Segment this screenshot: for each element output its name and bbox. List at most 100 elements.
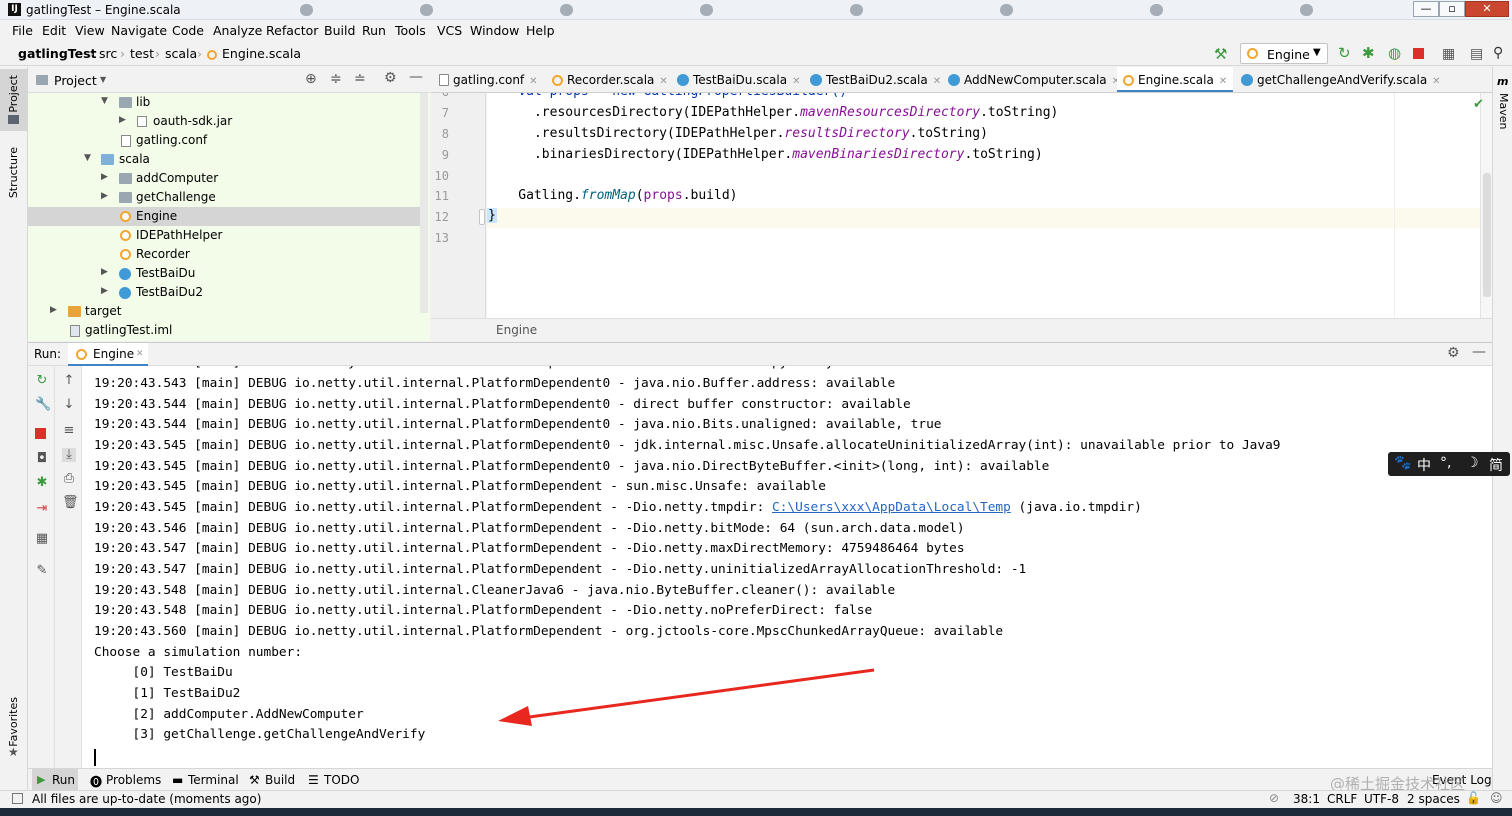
maximize-button[interactable]: ▫ (1439, 1, 1465, 17)
editor-scrollbar[interactable]: ✔ (1473, 93, 1492, 318)
tool-tab-run[interactable]: ▶ Run (32, 769, 78, 790)
tree-item-target[interactable]: ▶ target (28, 302, 420, 321)
hide-panel-icon[interactable]: — (409, 69, 423, 85)
gear-icon[interactable]: ⚙ (1447, 345, 1460, 361)
breadcrumb-project[interactable]: gatlingTest (18, 46, 97, 61)
trash-icon[interactable]: 🗑 (62, 496, 79, 510)
tab-gatling-conf[interactable]: gatling.conf ✕ (439, 67, 551, 92)
collapsed-arrow-icon[interactable]: ▶ (101, 267, 111, 277)
arrow-down-icon[interactable]: ↓ (62, 398, 76, 412)
maven-tool-tab[interactable]: Maven (1497, 93, 1510, 129)
menu-window[interactable]: Window (470, 23, 519, 38)
menu-tools[interactable]: Tools (395, 23, 426, 38)
run-tab-engine[interactable]: Engine ✕ (68, 343, 148, 367)
menu-run[interactable]: Run (362, 23, 386, 38)
menu-view[interactable]: View (75, 23, 105, 38)
exit-icon[interactable]: ⇥ (35, 502, 49, 516)
collapsed-arrow-icon[interactable]: ▶ (50, 305, 60, 315)
breadcrumb-scala[interactable]: scala (165, 46, 197, 61)
ime-moon-icon[interactable]: ☽ (1466, 455, 1479, 471)
tree-item-idepathhelper[interactable]: IDEPathHelper (28, 226, 420, 245)
breadcrumb-src[interactable]: src (99, 46, 117, 61)
tree-item-oauth-jar[interactable]: ▶ oauth-sdk.jar (28, 112, 420, 131)
minimize-button[interactable]: — (1413, 1, 1439, 17)
layout-icon[interactable]: ▤ (1470, 46, 1483, 62)
breadcrumb-file[interactable]: Engine.scala (222, 46, 301, 61)
close-tab-icon[interactable]: ✕ (136, 349, 144, 359)
menu-edit[interactable]: Edit (42, 23, 66, 38)
favorites-tool-tab[interactable]: Favorites ★ (0, 693, 27, 763)
profile-icon[interactable]: ◍ (1388, 44, 1401, 62)
close-tab-icon[interactable]: ✕ (659, 76, 667, 87)
tab-engine[interactable]: Engine.scala ✕ (1117, 67, 1233, 92)
ime-toolbar[interactable]: 🐾 中 °, ☽ 简 (1388, 452, 1510, 476)
search-icon[interactable]: ⚲ (1493, 45, 1503, 61)
tree-scrollbar[interactable] (420, 93, 428, 313)
tmpdir-link[interactable]: C:\Users\xxx\AppData\Local\Temp (772, 500, 1011, 515)
gear-icon[interactable]: ⚙ (384, 70, 397, 86)
collapsed-arrow-icon[interactable]: ▶ (101, 172, 111, 182)
collapsed-arrow-icon[interactable]: ▶ (119, 115, 129, 125)
lock-icon[interactable]: 🔓 (1466, 791, 1481, 805)
hide-panel-icon[interactable]: — (1472, 344, 1486, 360)
editor-scroll-thumb[interactable] (1483, 173, 1491, 297)
collapse-all-icon[interactable]: ≐ (354, 71, 366, 87)
close-tab-icon[interactable]: ✕ (1432, 76, 1440, 87)
line-separator[interactable]: CRLF (1327, 792, 1357, 806)
debug-bug-icon[interactable]: ✱ (1362, 44, 1375, 62)
structure-tool-tab[interactable]: Structure (0, 143, 27, 207)
debug-bug-icon[interactable]: ✱ (35, 476, 49, 490)
project-tool-tab[interactable]: Project (0, 69, 27, 131)
console-output[interactable]: 19:20:43.5?? [main] DEBUG io.netty.util.… (82, 366, 1492, 768)
menu-navigate[interactable]: Navigate (111, 23, 167, 38)
project-view-select[interactable]: Project (54, 73, 97, 88)
menu-refactor[interactable]: Refactor (266, 23, 318, 38)
ime-simplified-toggle[interactable]: 简 (1489, 455, 1503, 475)
tree-item-recorder[interactable]: Recorder (28, 245, 420, 264)
project-structure-icon[interactable]: ▦ (1442, 46, 1455, 62)
expanded-arrow-icon[interactable]: ▼ (101, 96, 111, 106)
tab-addnewcomputer[interactable]: AddNewComputer.scala ✕ (948, 67, 1120, 92)
camera-icon[interactable]: ◘ (35, 452, 49, 466)
menu-analyze[interactable]: Analyze (213, 23, 262, 38)
status-toggle-icon[interactable] (12, 793, 23, 804)
build-hammer-icon[interactable]: ⚒ (1214, 45, 1227, 63)
stop-icon[interactable] (1413, 48, 1424, 59)
print-icon[interactable]: ⎙ (62, 472, 76, 486)
soft-wrap-icon[interactable]: ≡ (62, 424, 76, 438)
tab-testbaidu[interactable]: TestBaiDu.scala ✕ (677, 67, 805, 92)
editor-breadcrumb[interactable]: Engine (496, 323, 537, 337)
tree-item-engine[interactable]: Engine (28, 207, 420, 226)
stop-icon[interactable] (35, 428, 46, 439)
expand-all-icon[interactable]: ≑ (330, 71, 342, 87)
menu-build[interactable]: Build (324, 23, 355, 38)
tree-item-testbaidu2[interactable]: ▶ TestBaiDu2 (28, 283, 420, 302)
close-tab-icon[interactable]: ✕ (792, 76, 800, 87)
indent-setting[interactable]: 2 spaces (1407, 792, 1460, 806)
collapsed-arrow-icon[interactable]: ▶ (101, 191, 111, 201)
menu-file[interactable]: File (12, 23, 33, 38)
rerun-icon[interactable]: ↻ (35, 374, 49, 388)
menu-code[interactable]: Code (172, 23, 204, 38)
close-tab-icon[interactable]: ✕ (1219, 76, 1227, 87)
layout-icon[interactable]: ▦ (35, 532, 49, 546)
tree-item-gatling-conf[interactable]: gatling.conf (28, 131, 420, 150)
tab-testbaidu2[interactable]: TestBaiDu2.scala ✕ (810, 67, 945, 92)
fold-marker-icon[interactable] (479, 209, 485, 225)
chevron-down-icon[interactable]: ▼ (100, 75, 106, 84)
run-configuration-select[interactable]: Engine ▼ (1240, 43, 1328, 64)
tab-recorder[interactable]: Recorder.scala ✕ (552, 67, 672, 92)
tree-item-testbaidu[interactable]: ▶ TestBaiDu (28, 264, 420, 283)
inspection-ok-icon[interactable]: ✔ (1473, 97, 1484, 112)
rerun-icon[interactable]: ↻ (1338, 44, 1351, 62)
breadcrumb-test[interactable]: test (130, 46, 154, 61)
pin-icon[interactable]: ✎ (35, 564, 49, 578)
ime-language-toggle[interactable]: 中 (1417, 455, 1431, 475)
tree-item-scala[interactable]: ▼ scala (28, 150, 420, 169)
close-tab-icon[interactable]: ✕ (933, 76, 941, 87)
wrench-icon[interactable]: 🔧 (35, 398, 51, 412)
expanded-arrow-icon[interactable]: ▼ (84, 153, 94, 163)
close-button[interactable]: ✕ (1465, 1, 1509, 17)
tool-tab-todo[interactable]: TODO (324, 773, 359, 787)
tree-item-getchallenge[interactable]: ▶ getChallenge (28, 188, 420, 207)
